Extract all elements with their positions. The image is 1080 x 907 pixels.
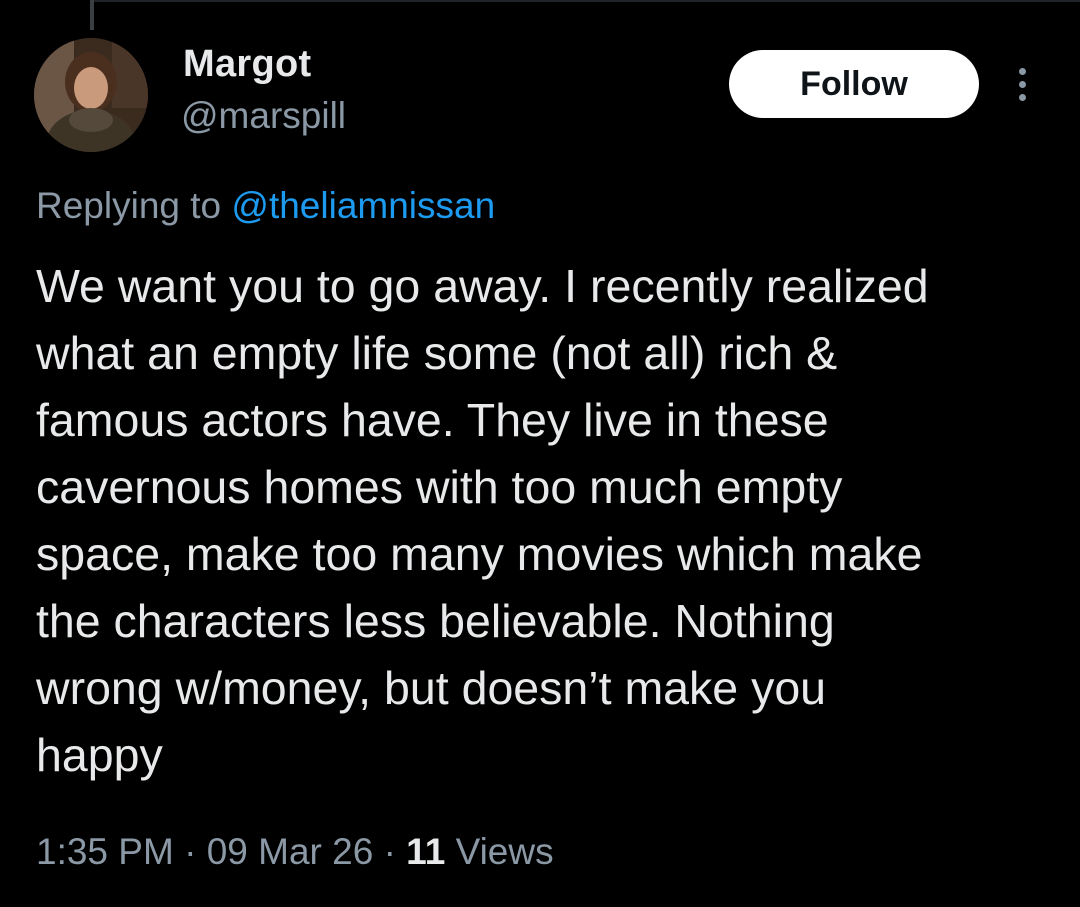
avatar[interactable] (34, 38, 148, 152)
thread-connector-line (90, 0, 94, 30)
follow-button[interactable]: Follow (729, 50, 979, 118)
more-options-button[interactable] (1002, 58, 1042, 110)
tweet-date[interactable]: 09 Mar 26 (207, 831, 374, 872)
more-vertical-icon (1018, 93, 1026, 101)
reply-mention-link[interactable]: @theliamnissan (231, 185, 495, 226)
author-name[interactable]: Margot (183, 43, 311, 86)
views-label: Views (455, 831, 554, 872)
meta-separator: · (184, 831, 197, 872)
reply-prefix: Replying to (36, 185, 222, 226)
more-vertical-icon (1018, 67, 1026, 75)
reply-context: Replying to @theliamnissan (36, 184, 495, 228)
top-divider (94, 0, 1080, 2)
views-count: 11 (406, 831, 446, 872)
tweet-text: We want you to go away. I recently reali… (36, 260, 929, 781)
author-handle[interactable]: @marspill (181, 95, 346, 137)
tweet-time[interactable]: 1:35 PM (36, 831, 174, 872)
meta-separator: · (383, 831, 396, 872)
tweet-meta: 1:35 PM · 09 Mar 26 · 11 Views (36, 830, 554, 874)
more-vertical-icon (1018, 80, 1026, 88)
avatar-photo (34, 38, 148, 152)
